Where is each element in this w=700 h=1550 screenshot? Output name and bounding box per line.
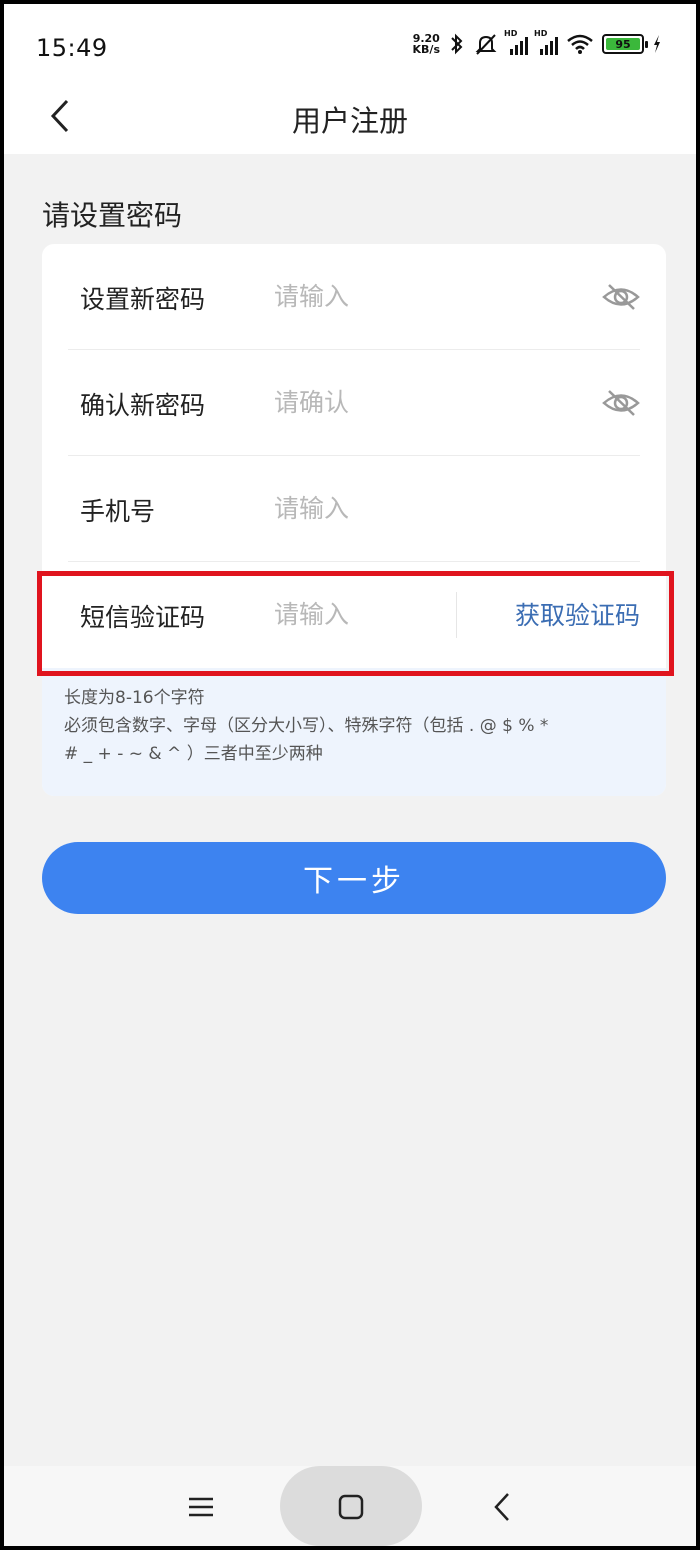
phone-label: 手机号 [80, 497, 156, 526]
system-nav-bar [4, 1466, 696, 1546]
battery-level: 95 [606, 38, 640, 51]
charging-icon [654, 35, 660, 53]
password-hint: 长度为8-16个字符 必须包含数字、字母（区分大小写）、特殊字符（包括 . @ … [42, 668, 666, 796]
registration-form: 设置新密码 确认新密码 手机号 请输入 短信验证码 请输入 获取验证码 长度为8… [42, 244, 666, 796]
row-confirm-password: 确认新密码 [42, 350, 666, 456]
toggle-confirm-password-visibility[interactable] [600, 386, 642, 420]
phone-input[interactable] [274, 488, 574, 528]
hint-line-2: 必须包含数字、字母（区分大小写）、特殊字符（包括 . @ $ % * [64, 716, 549, 736]
new-password-input[interactable] [274, 276, 574, 316]
menu-icon[interactable] [186, 1492, 216, 1522]
vertical-divider [456, 592, 457, 638]
toggle-new-password-visibility[interactable] [600, 280, 642, 314]
status-icons: 9.20 KB/s HD HD 95 [412, 29, 662, 56]
bluetooth-icon [451, 33, 463, 55]
net-speed: 9.20 KB/s [412, 32, 440, 56]
page-title: 用户注册 [291, 104, 408, 138]
sms-code-input[interactable] [274, 594, 444, 634]
phone-screen: 15:49 9.20 KB/s HD HD 95 用户注册 请设置密码 设置新密… [0, 0, 700, 1550]
row-new-password: 设置新密码 [42, 244, 666, 350]
signal-2-icon: HD [534, 29, 558, 55]
sms-code-label: 短信验证码 [80, 603, 206, 632]
eye-off-icon [602, 390, 640, 416]
wifi-icon [567, 34, 593, 54]
new-password-label: 设置新密码 [80, 285, 206, 314]
row-sms-code: 短信验证码 获取验证码 [42, 562, 666, 668]
confirm-password-label: 确认新密码 [80, 391, 206, 420]
home-square-icon[interactable] [338, 1494, 364, 1520]
eye-off-icon [602, 284, 640, 310]
hint-line-1: 长度为8-16个字符 [64, 688, 205, 708]
section-title: 请设置密码 [42, 199, 183, 232]
top-bar: 15:49 9.20 KB/s HD HD 95 用户注册 [4, 4, 696, 154]
battery-icon: 95 [602, 34, 648, 54]
confirm-password-input[interactable] [274, 382, 574, 422]
hint-line-3: # _ + - ~ & ^ ）三者中至少两种 [64, 744, 323, 764]
row-phone: 手机号 [42, 456, 666, 562]
get-code-button[interactable]: 获取验证码 [515, 596, 640, 632]
signal-1-icon: HD [504, 29, 528, 55]
next-step-button[interactable]: 下一步 [42, 842, 666, 914]
status-time: 15:49 [36, 34, 108, 62]
bell-muted-icon [475, 34, 497, 55]
nav-back-icon[interactable] [488, 1490, 518, 1524]
